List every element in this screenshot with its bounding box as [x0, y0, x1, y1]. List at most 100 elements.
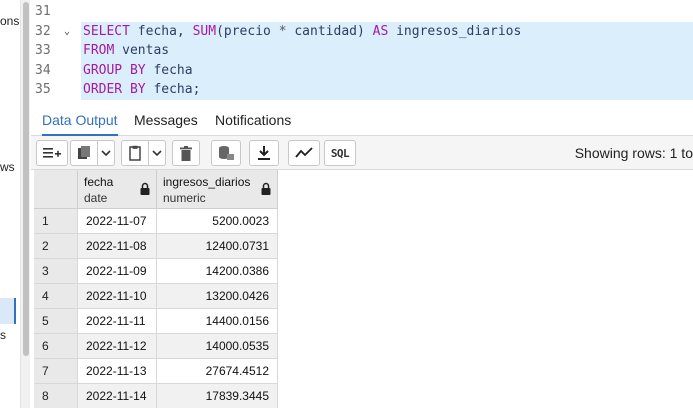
ingresos-cell[interactable]: 5200.0023 [157, 209, 278, 234]
code-token: cantidad) [286, 23, 373, 39]
column-header-fecha[interactable]: fecha date [78, 170, 157, 209]
ingresos-cell[interactable]: 14400.0156 [157, 309, 278, 334]
code-token: ventas [114, 43, 170, 58]
results-tabs: Data Output Messages Notifications [31, 104, 693, 136]
line-chart-icon [295, 147, 313, 158]
app-root: ons ws s 31 32 ⌄ SELECT fecha, SUM(precio *… [0, 0, 693, 408]
line-number: 31 [35, 4, 51, 19]
row-number-cell[interactable]: 3 [34, 259, 78, 284]
trash-icon [180, 145, 192, 161]
line-number: 32 [35, 23, 51, 39]
ingresos-cell[interactable]: 14200.0386 [157, 259, 278, 284]
paste-options-dropdown[interactable] [148, 140, 166, 166]
tab-messages[interactable]: Messages [134, 104, 198, 136]
code-text: SELECT fecha, SUM(precio * cantidad) AS … [83, 22, 521, 42]
line-gutter: 34 [31, 60, 81, 80]
row-number-cell[interactable]: 6 [34, 334, 78, 359]
fecha-cell[interactable]: 2022-11-10 [78, 284, 157, 309]
row-number-cell[interactable]: 1 [34, 209, 78, 234]
sidebar-selected-item[interactable] [0, 298, 16, 324]
download-icon [258, 146, 270, 160]
code-line[interactable]: 33 FROM ventas [31, 41, 693, 61]
line-gutter: 32 ⌄ [31, 21, 81, 42]
fecha-cell[interactable]: 2022-11-14 [78, 384, 157, 408]
fecha-cell[interactable]: 2022-11-12 [78, 334, 157, 359]
code-token: AS [372, 23, 389, 39]
sidebar-fragment[interactable]: ons [0, 14, 19, 28]
table-row[interactable]: 1 2022-11-07 5200.0023 [34, 209, 278, 234]
table-row[interactable]: 8 2022-11-14 17839.3445 [34, 384, 278, 408]
save-data-button[interactable] [211, 140, 241, 166]
code-token: fecha; [145, 82, 201, 97]
sidebar-fragment[interactable]: ws [0, 160, 15, 174]
row-number-cell[interactable]: 4 [34, 284, 78, 309]
showing-rows-text: Showing rows: 1 to [574, 145, 693, 161]
code-token: SELECT [83, 23, 130, 39]
table-row[interactable]: 2 2022-11-08 12400.0731 [34, 234, 278, 259]
sidebar-scrollbar[interactable] [20, 0, 30, 408]
code-token: SUM [192, 23, 217, 39]
row-number-cell[interactable]: 8 [34, 384, 78, 408]
delete-button[interactable] [172, 140, 200, 166]
add-row-button[interactable] [36, 140, 68, 166]
code-line[interactable]: 34 GROUP BY fecha [31, 60, 693, 80]
copy-icon [78, 146, 90, 159]
table-row[interactable]: 7 2022-11-13 27674.4512 [34, 359, 278, 384]
download-button[interactable] [249, 140, 279, 166]
scrollbar-thumb[interactable] [23, 2, 29, 356]
code-token: fecha, [129, 23, 193, 39]
sidebar-fragment[interactable]: s [0, 328, 6, 342]
column-name: ingresos_diarios [163, 175, 251, 189]
table-row[interactable]: 3 2022-11-09 14200.0386 [34, 259, 278, 284]
code-token: GROUP BY [83, 62, 146, 78]
line-gutter: 31 [31, 2, 81, 22]
code-line[interactable]: 32 ⌄ SELECT fecha, SUM(precio * cantidad) … [31, 21, 693, 42]
copy-button[interactable] [70, 140, 98, 166]
code-token: ingresos_diarios [388, 23, 522, 39]
tab-notifications[interactable]: Notifications [215, 104, 291, 136]
code-line[interactable]: 35 ORDER BY fecha; [31, 80, 693, 100]
column-type: date [84, 191, 108, 205]
code-text: FROM ventas [83, 41, 169, 61]
lock-icon [140, 182, 150, 195]
graph-visualiser-button[interactable] [288, 140, 320, 166]
copy-options-dropdown[interactable] [97, 140, 115, 166]
fecha-cell[interactable]: 2022-11-08 [78, 234, 157, 259]
row-number-cell[interactable]: 7 [34, 359, 78, 384]
row-number-cell[interactable]: 5 [34, 309, 78, 334]
fecha-cell[interactable]: 2022-11-07 [78, 209, 157, 234]
row-number-cell[interactable]: 2 [34, 234, 78, 259]
table-row[interactable]: 4 2022-11-10 13200.0426 [34, 284, 278, 309]
ingresos-cell[interactable]: 27674.4512 [157, 359, 278, 384]
column-type: numeric [163, 191, 206, 205]
ingresos-cell[interactable]: 17839.3445 [157, 384, 278, 408]
chevron-down-icon [101, 150, 111, 157]
paste-icon [129, 145, 141, 161]
ingresos-cell[interactable]: 14000.0535 [157, 334, 278, 359]
code-token: FROM [83, 43, 115, 58]
column-header-ingresos_diarios[interactable]: ingresos_diariosnumeric [157, 170, 278, 209]
code-token: ORDER BY [83, 82, 146, 97]
add-row-icon [43, 148, 61, 158]
line-gutter: 35 [31, 80, 81, 100]
fecha-cell[interactable]: 2022-11-11 [78, 309, 157, 334]
sql-editor[interactable]: 31 32 ⌄ SELECT fecha, SUM(precio * cantidad… [31, 0, 693, 104]
grid-corner-header[interactable] [34, 170, 78, 209]
table-row[interactable]: 5 2022-11-11 14400.0156 [34, 309, 278, 334]
code-line[interactable]: 31 [31, 2, 693, 22]
line-number: 35 [35, 82, 51, 97]
fecha-cell[interactable]: 2022-11-13 [78, 359, 157, 384]
fold-chevron-icon[interactable]: ⌄ [64, 22, 70, 42]
table-row[interactable]: 6 2022-11-12 14000.0535 [34, 334, 278, 359]
database-save-icon [219, 146, 234, 160]
results-toolbar: SQL Showing rows: 1 to [31, 136, 693, 170]
sql-button[interactable]: SQL [324, 140, 356, 166]
code-token: * [278, 23, 287, 39]
paste-button[interactable] [121, 140, 149, 166]
ingresos-cell[interactable]: 12400.0731 [157, 234, 278, 259]
code-text: ORDER BY fecha; [83, 80, 200, 100]
browser-sidebar: ons ws s [0, 0, 19, 408]
fecha-cell[interactable]: 2022-11-09 [78, 259, 157, 284]
ingresos-cell[interactable]: 13200.0426 [157, 284, 278, 309]
tab-data-output[interactable]: Data Output [42, 104, 118, 136]
